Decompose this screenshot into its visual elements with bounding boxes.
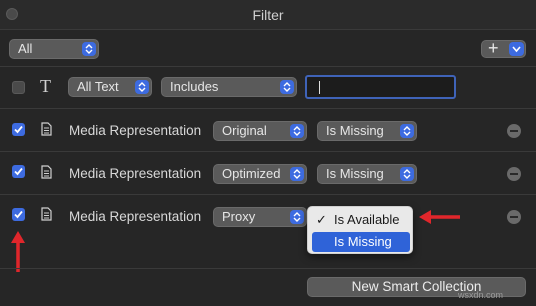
representation-select-original[interactable]: Original bbox=[213, 121, 307, 141]
text-icon: T bbox=[40, 76, 51, 96]
up-down-chevron-icon bbox=[280, 80, 294, 94]
divider bbox=[0, 194, 536, 195]
menu-item-is-missing[interactable]: Is Missing bbox=[312, 232, 410, 252]
menu-item-is-available[interactable]: ✓ Is Available bbox=[312, 210, 410, 230]
checkmark-icon: ✓ bbox=[316, 212, 327, 227]
up-down-chevron-icon bbox=[400, 167, 414, 181]
document-icon bbox=[41, 122, 52, 136]
remove-rule-button[interactable] bbox=[507, 124, 521, 138]
red-arrow-left-icon bbox=[419, 210, 460, 224]
text-operator-select[interactable]: Includes bbox=[161, 77, 297, 97]
text-field-select-label: All Text bbox=[77, 79, 119, 94]
search-text-input[interactable] bbox=[305, 75, 456, 99]
up-down-chevron-icon bbox=[290, 124, 304, 138]
window-title: Filter bbox=[252, 7, 284, 23]
document-icon bbox=[41, 165, 52, 179]
watermark: wsxdn.com bbox=[458, 290, 504, 300]
menu-item-label: Is Missing bbox=[334, 234, 392, 249]
representation-select-label: Optimized bbox=[222, 166, 281, 181]
menu-item-label: Is Available bbox=[334, 212, 400, 227]
representation-select-label: Original bbox=[222, 123, 267, 138]
rule-checkbox-text[interactable] bbox=[12, 81, 25, 94]
rule-checkbox-proxy[interactable] bbox=[12, 208, 25, 221]
up-down-chevron-icon bbox=[82, 42, 96, 56]
rule-label: Media Representation bbox=[69, 209, 202, 224]
rule-label: Media Representation bbox=[69, 123, 202, 138]
representation-select-proxy[interactable]: Proxy bbox=[213, 207, 307, 227]
rule-checkbox-optimized[interactable] bbox=[12, 165, 25, 178]
remove-rule-button[interactable] bbox=[507, 210, 521, 224]
up-down-chevron-icon bbox=[135, 80, 149, 94]
text-caret bbox=[319, 81, 320, 94]
up-down-chevron-icon bbox=[290, 210, 304, 224]
status-select-label: Is Missing bbox=[326, 123, 384, 138]
representation-select-optimized[interactable]: Optimized bbox=[213, 164, 307, 184]
divider bbox=[0, 151, 536, 152]
divider bbox=[0, 108, 536, 109]
rule-label: Media Representation bbox=[69, 166, 202, 181]
rule-checkbox-original[interactable] bbox=[12, 123, 25, 136]
divider bbox=[0, 66, 536, 67]
scope-select[interactable]: All bbox=[9, 39, 99, 59]
red-arrow-up-icon bbox=[11, 231, 25, 272]
status-select-label: Is Missing bbox=[326, 166, 384, 181]
status-dropdown-menu: ✓ Is Available Is Missing bbox=[307, 206, 413, 254]
remove-rule-button[interactable] bbox=[507, 167, 521, 181]
plus-icon: + bbox=[488, 38, 499, 58]
divider bbox=[0, 268, 536, 269]
add-rule-button[interactable]: + bbox=[481, 38, 526, 58]
status-select-original[interactable]: Is Missing bbox=[317, 121, 417, 141]
chevron-down-icon[interactable] bbox=[509, 42, 524, 56]
scope-select-label: All bbox=[18, 41, 33, 56]
title-bar: Filter bbox=[0, 0, 536, 30]
up-down-chevron-icon bbox=[290, 167, 304, 181]
document-icon bbox=[41, 207, 52, 221]
up-down-chevron-icon bbox=[400, 124, 414, 138]
representation-select-label: Proxy bbox=[222, 209, 256, 224]
text-operator-select-label: Includes bbox=[170, 79, 219, 94]
status-select-optimized[interactable]: Is Missing bbox=[317, 164, 417, 184]
text-field-select[interactable]: All Text bbox=[68, 77, 152, 97]
filter-window: Filter All + T All Text Includes Media R… bbox=[0, 0, 536, 306]
